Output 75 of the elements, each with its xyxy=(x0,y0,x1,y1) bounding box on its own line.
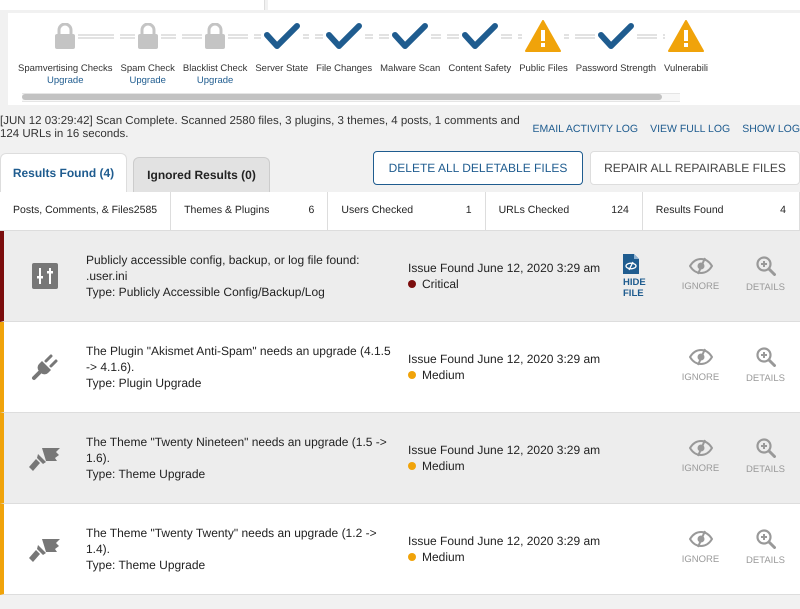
upgrade-link[interactable]: Upgrade xyxy=(129,75,166,87)
log-link[interactable]: EMAIL ACTIVITY LOG xyxy=(532,122,638,138)
issue-title: The Plugin "Akismet Anti-Spam" needs an upgrade (4.1.5 -> 4.1.6). xyxy=(86,343,392,375)
issue-title: The Theme "Twenty Twenty" needs an upgrade (1.2 -> 1.4). xyxy=(86,525,378,557)
issue-found-date: Issue Found June 12, 2020 3:29 am xyxy=(408,442,602,458)
zoom-in-icon xyxy=(756,438,776,458)
issue-type: Type: Publicly Accessible Config/Backup/Log xyxy=(86,284,326,300)
step-label: Malware Scan xyxy=(379,63,442,75)
issue-found-date: Issue Found June 12, 2020 3:29 am xyxy=(408,351,602,367)
connector-line xyxy=(500,34,512,38)
issue-title: Publicly accessible config, backup, or log file found: .user.ini xyxy=(86,252,360,284)
connector-line xyxy=(182,34,202,38)
connector-line xyxy=(518,34,522,38)
bulk-action-button[interactable]: REPAIR ALL REPAIRABLE FILES xyxy=(590,151,800,185)
zoom-in-icon xyxy=(756,256,776,276)
step-label: Public Files xyxy=(518,63,569,75)
step-label: Content Safety xyxy=(447,63,512,75)
results-tab[interactable]: Results Found (4) xyxy=(0,153,127,192)
step-label: Vulnerabili xyxy=(663,63,710,75)
issue-title: The Theme "Twenty Nineteen" needs an upgrade (1.5 -> 1.6). xyxy=(86,434,388,466)
crossed-eye-icon xyxy=(688,439,712,458)
connector-line xyxy=(574,34,595,38)
issue-found-date: Issue Found June 12, 2020 3:29 am xyxy=(408,260,602,276)
stat-label: Results Found xyxy=(656,203,724,218)
severity-label: Medium xyxy=(422,458,465,474)
connector-line xyxy=(254,34,261,38)
results-tab[interactable]: Ignored Results (0) xyxy=(133,157,270,192)
scan-log-text: [JUN 12 03:29:42] Scan Complete. Scanned 2580 files, 3 plugins, 3 themes, 4 posts, 1 comments and 124 URLs in 16 seconds. xyxy=(0,115,520,141)
stat-value: 1 xyxy=(466,203,472,218)
upgrade-link[interactable]: Upgrade xyxy=(47,75,84,87)
zoom-in-icon xyxy=(756,347,776,368)
crossed-eye-icon xyxy=(688,348,712,366)
step-label: File Changes xyxy=(315,63,374,75)
connector-line xyxy=(228,34,248,38)
step-label: Password Strength xyxy=(574,63,658,75)
step-label: Spam Check xyxy=(120,63,176,75)
hide-file-button[interactable]: HIDE FILE xyxy=(623,254,653,298)
issue-type: Type: Theme Upgrade xyxy=(86,466,206,482)
connector-line xyxy=(120,34,135,38)
connector-line xyxy=(315,34,324,38)
connector-line xyxy=(636,34,658,38)
issue-type: Type: Plugin Upgrade xyxy=(86,375,202,391)
connector-line xyxy=(379,34,390,38)
stat-value: 2585 xyxy=(134,203,158,218)
connector-line xyxy=(564,34,569,38)
stat-value: 6 xyxy=(308,203,314,218)
stat-label: URLs Checked xyxy=(498,203,570,218)
upgrade-link[interactable]: Upgrade xyxy=(196,75,234,87)
stat-value: 4 xyxy=(780,203,786,218)
connector-line xyxy=(365,34,374,38)
log-link[interactable]: SHOW LOG xyxy=(742,122,800,138)
stat-value: 124 xyxy=(611,203,629,218)
severity-label: Medium xyxy=(422,549,465,565)
bulk-action-button[interactable]: DELETE ALL DELETABLE FILES xyxy=(373,151,583,185)
connector-line xyxy=(78,34,114,38)
step-label: Blacklist Check xyxy=(182,63,248,75)
connector-line xyxy=(302,34,310,38)
connector-line xyxy=(447,34,459,38)
stat-label: Users Checked xyxy=(341,203,414,218)
stat-label: Posts, Comments, & Files xyxy=(13,203,134,218)
step-label: Spamvertising Checks xyxy=(17,63,114,75)
connector-line xyxy=(160,34,176,38)
crossed-eye-icon xyxy=(688,257,712,276)
issue-found-date: Issue Found June 12, 2020 3:29 am xyxy=(408,533,602,549)
zoom-in-icon xyxy=(756,529,776,550)
severity-label: Medium xyxy=(422,367,465,383)
stat-label: Themes & Plugins xyxy=(184,203,270,218)
issue-type: Type: Theme Upgrade xyxy=(86,557,206,573)
connector-line xyxy=(431,34,442,38)
step-label: Server State xyxy=(254,63,310,75)
document-icon xyxy=(623,254,639,274)
severity-label: Critical xyxy=(422,276,459,292)
crossed-eye-icon xyxy=(688,530,712,548)
log-link[interactable]: VIEW FULL LOG xyxy=(650,122,730,138)
scrollbar-thumb[interactable] xyxy=(22,94,662,100)
